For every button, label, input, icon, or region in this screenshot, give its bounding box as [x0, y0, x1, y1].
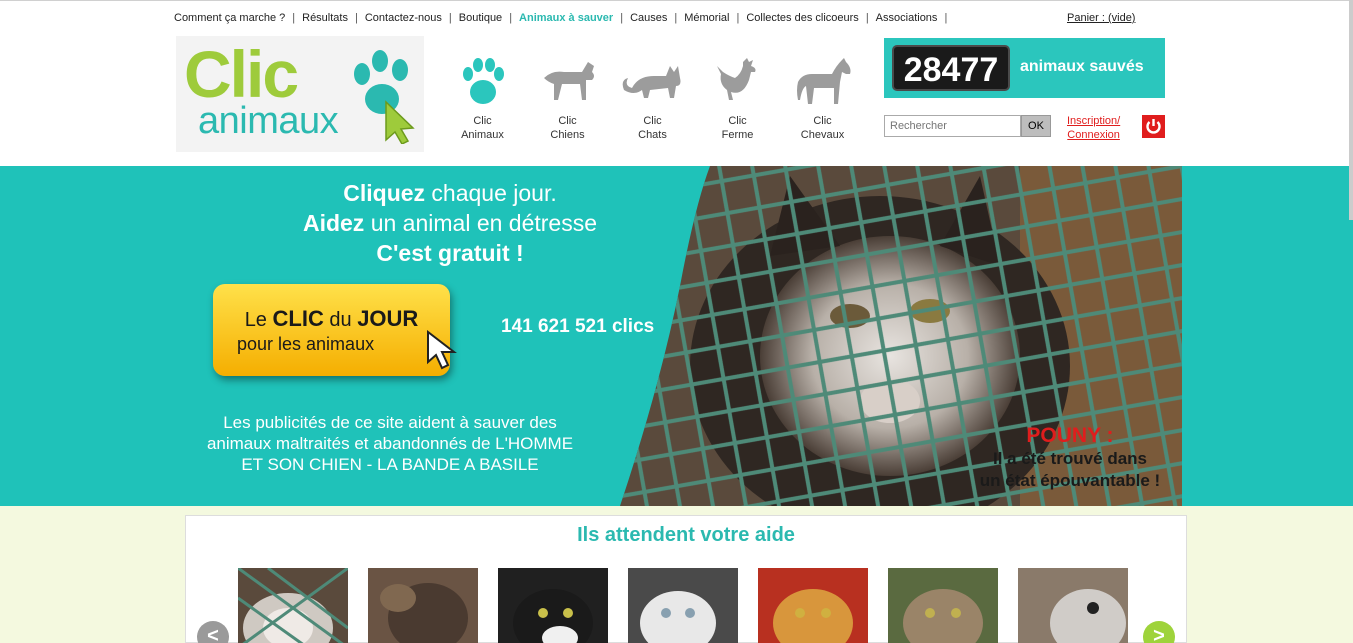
rescued-counter: 28477 animaux sauvés [884, 38, 1165, 98]
hero-line1-rest: chaque jour. [425, 180, 557, 206]
animal-thumbnail[interactable] [368, 568, 478, 643]
animal-thumbnail[interactable] [758, 568, 868, 643]
cta-du: du [323, 309, 358, 331]
caption-line2: un état épouvantable ! [979, 471, 1161, 490]
paw-icon [462, 58, 504, 104]
cursor-arrow-icon [427, 330, 457, 370]
category-line1: Clic [473, 115, 492, 127]
scrollbar[interactable] [1349, 0, 1353, 220]
hero-line3: C'est gratuit ! [376, 240, 524, 266]
dog-photo [1018, 568, 1128, 643]
animal-thumbnail[interactable] [628, 568, 738, 643]
cta-line2: pour les animaux [237, 334, 375, 354]
nav-causes[interactable]: Causes [630, 12, 667, 24]
animal-carousel [238, 568, 1148, 643]
caption-line1: Il a été trouvé dans [993, 449, 1147, 468]
cat-icon [622, 66, 680, 98]
caption-name: POUNY : [1026, 424, 1114, 447]
category-clic-chevaux[interactable]: Clic Chevaux [780, 56, 865, 142]
cta-jour: JOUR [357, 306, 419, 331]
cart-link[interactable]: Panier : (vide) [1067, 12, 1135, 24]
cta-line1: Le CLIC du JOUR [213, 306, 450, 332]
hero-headline: Cliquez chaque jour. Aidez un animal en … [230, 178, 670, 268]
hero-line2-bold: Aidez [302, 210, 365, 236]
power-symbol-icon [1146, 119, 1161, 134]
search-button[interactable]: OK [1021, 115, 1051, 137]
category-line2: Animaux [461, 129, 504, 141]
nav-comment-ca-marche[interactable]: Comment ça marche ? [174, 12, 285, 24]
clic-du-jour-button[interactable]: Le CLIC du JOUR pour les animaux [213, 284, 457, 376]
hero-line2-rest: un animal en détresse [364, 210, 598, 236]
animal-thumbnail[interactable] [498, 568, 608, 643]
cat-photo [628, 568, 738, 643]
logo-text-animaux: animaux [198, 100, 339, 142]
power-icon[interactable] [1142, 115, 1165, 138]
category-line2: Chevaux [800, 129, 845, 141]
animal-thumbnail[interactable] [888, 568, 998, 643]
nav-collectes[interactable]: Collectes des clicoeurs [746, 12, 859, 24]
hero-line1-bold: Cliquez [343, 180, 426, 206]
cta-le: Le [244, 309, 273, 331]
cat-photo [498, 568, 608, 643]
dog-icon [543, 62, 594, 100]
nav-animaux-a-sauver[interactable]: Animaux à sauver [519, 12, 613, 24]
nav-resultats[interactable]: Résultats [302, 12, 348, 24]
top-nav: Comment ça marche ? | Résultats | Contacte… [0, 0, 1353, 34]
site-logo[interactable]: Clic animaux [176, 36, 424, 152]
animal-thumbnail[interactable] [1018, 568, 1128, 643]
search-input[interactable] [884, 115, 1021, 137]
cat-photo [888, 568, 998, 643]
category-line2: Chiens [550, 129, 585, 141]
rescued-count: 28477 [892, 45, 1010, 91]
animal-thumbnail[interactable] [238, 568, 348, 643]
hero-banner: Cliquez chaque jour. Aidez un animal en … [0, 166, 1353, 506]
rescued-label: animaux sauvés [1020, 58, 1144, 75]
category-clic-chats[interactable]: Clic Chats [610, 56, 695, 142]
photo-caption: POUNY : Il a été trouvé dans un état épo… [960, 424, 1180, 492]
waiting-title: Ils attendent votre aide [577, 524, 795, 546]
nav-memorial[interactable]: Mémorial [684, 12, 729, 24]
login-link[interactable]: Inscription/ Connexion [1067, 114, 1120, 142]
category-nav: Clic Animaux Clic Chiens Clic Chats Clic… [440, 56, 865, 142]
category-line1: Clic [813, 115, 832, 127]
dog-photo [368, 568, 478, 643]
cta-clic: CLIC [272, 306, 324, 331]
category-clic-animaux[interactable]: Clic Animaux [440, 56, 525, 142]
nav-associations[interactable]: Associations [876, 12, 938, 24]
login-line2: Connexion [1067, 129, 1120, 141]
login-line1: Inscription/ [1067, 115, 1121, 127]
waiting-animals-section: Ils attendent votre aide [185, 515, 1187, 643]
category-line1: Clic [643, 115, 662, 127]
rooster-icon [716, 58, 755, 100]
nav-boutique[interactable]: Boutique [459, 12, 502, 24]
category-clic-chiens[interactable]: Clic Chiens [525, 56, 610, 142]
category-line1: Clic [728, 115, 747, 127]
category-line2: Ferme [721, 129, 754, 141]
nav-contactez-nous[interactable]: Contactez-nous [365, 12, 442, 24]
logo-paw-cursor-icon [354, 50, 415, 144]
category-clic-ferme[interactable]: Clic Ferme [695, 56, 780, 142]
ads-notice: Les publicités de ce site aident à sauve… [206, 413, 574, 474]
category-line1: Clic [558, 115, 577, 127]
cat-photo [758, 568, 868, 643]
horse-icon [796, 58, 850, 104]
search-form: OK [884, 115, 1051, 137]
cat-photo [238, 568, 348, 643]
category-line2: Chats [638, 129, 667, 141]
